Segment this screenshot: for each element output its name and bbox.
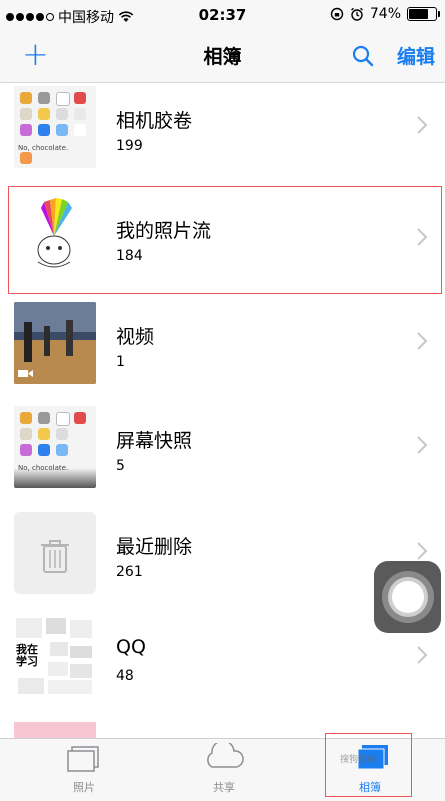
alarm-icon bbox=[350, 7, 363, 21]
album-row-screenshots[interactable]: No, chocolate. 屏幕快照 5 bbox=[0, 402, 445, 506]
album-thumbnail: No, chocolate. bbox=[14, 86, 96, 168]
album-count: 261 bbox=[116, 564, 143, 580]
album-list: No, chocolate. 相机胶卷 199 我的照片流 184 视频 1 N… bbox=[0, 82, 445, 738]
album-name: QQ bbox=[116, 636, 146, 658]
album-thumbnail-partial bbox=[14, 722, 96, 738]
trash-icon bbox=[41, 540, 69, 573]
tab-highlight-box bbox=[325, 733, 412, 797]
cloud-icon bbox=[207, 743, 244, 768]
photos-icon bbox=[67, 746, 99, 772]
rotation-lock-icon bbox=[330, 7, 344, 21]
tab-label: 共享 bbox=[213, 781, 235, 794]
assistive-touch-button[interactable] bbox=[374, 561, 441, 633]
status-bar: 中国移动 02:37 74% bbox=[0, 0, 445, 30]
album-name: 最近删除 bbox=[116, 536, 193, 558]
chevron-right-icon bbox=[417, 646, 428, 664]
album-row-camera-roll[interactable]: No, chocolate. 相机胶卷 199 bbox=[0, 82, 445, 186]
album-count: 199 bbox=[116, 138, 143, 154]
chevron-right-icon bbox=[417, 116, 428, 134]
chevron-right-icon bbox=[417, 332, 428, 350]
album-row-videos[interactable]: 视频 1 bbox=[0, 298, 445, 402]
chevron-right-icon bbox=[417, 436, 428, 454]
album-name: 相机胶卷 bbox=[116, 110, 193, 132]
status-right: 74% bbox=[330, 6, 440, 22]
edit-button[interactable]: 编辑 bbox=[397, 42, 435, 69]
highlight-box bbox=[8, 186, 442, 294]
album-count: 1 bbox=[116, 354, 125, 370]
album-thumbnail: 我在学习 bbox=[14, 616, 96, 698]
album-thumbnail: No, chocolate. bbox=[14, 406, 96, 488]
thumbnail-caption: No, chocolate. bbox=[18, 464, 69, 472]
chevron-right-icon bbox=[417, 542, 428, 560]
album-count: 5 bbox=[116, 458, 125, 474]
album-thumbnail bbox=[14, 512, 96, 594]
album-count: 48 bbox=[116, 668, 134, 684]
tab-label: 照片 bbox=[73, 781, 95, 794]
album-name: 屏幕快照 bbox=[116, 430, 193, 452]
tab-shared[interactable]: 共享 bbox=[150, 739, 298, 801]
album-thumbnail bbox=[14, 302, 96, 384]
battery-percent: 74% bbox=[369, 6, 401, 22]
page-title: 相簿 bbox=[203, 46, 242, 68]
search-icon[interactable] bbox=[351, 44, 375, 68]
album-name: 视频 bbox=[116, 326, 155, 348]
navigation-bar: + 相簿 编辑 bbox=[0, 30, 445, 83]
thumbnail-caption: No, chocolate. bbox=[18, 144, 69, 152]
tab-photos[interactable]: 照片 bbox=[10, 739, 158, 801]
battery-icon bbox=[407, 7, 440, 21]
